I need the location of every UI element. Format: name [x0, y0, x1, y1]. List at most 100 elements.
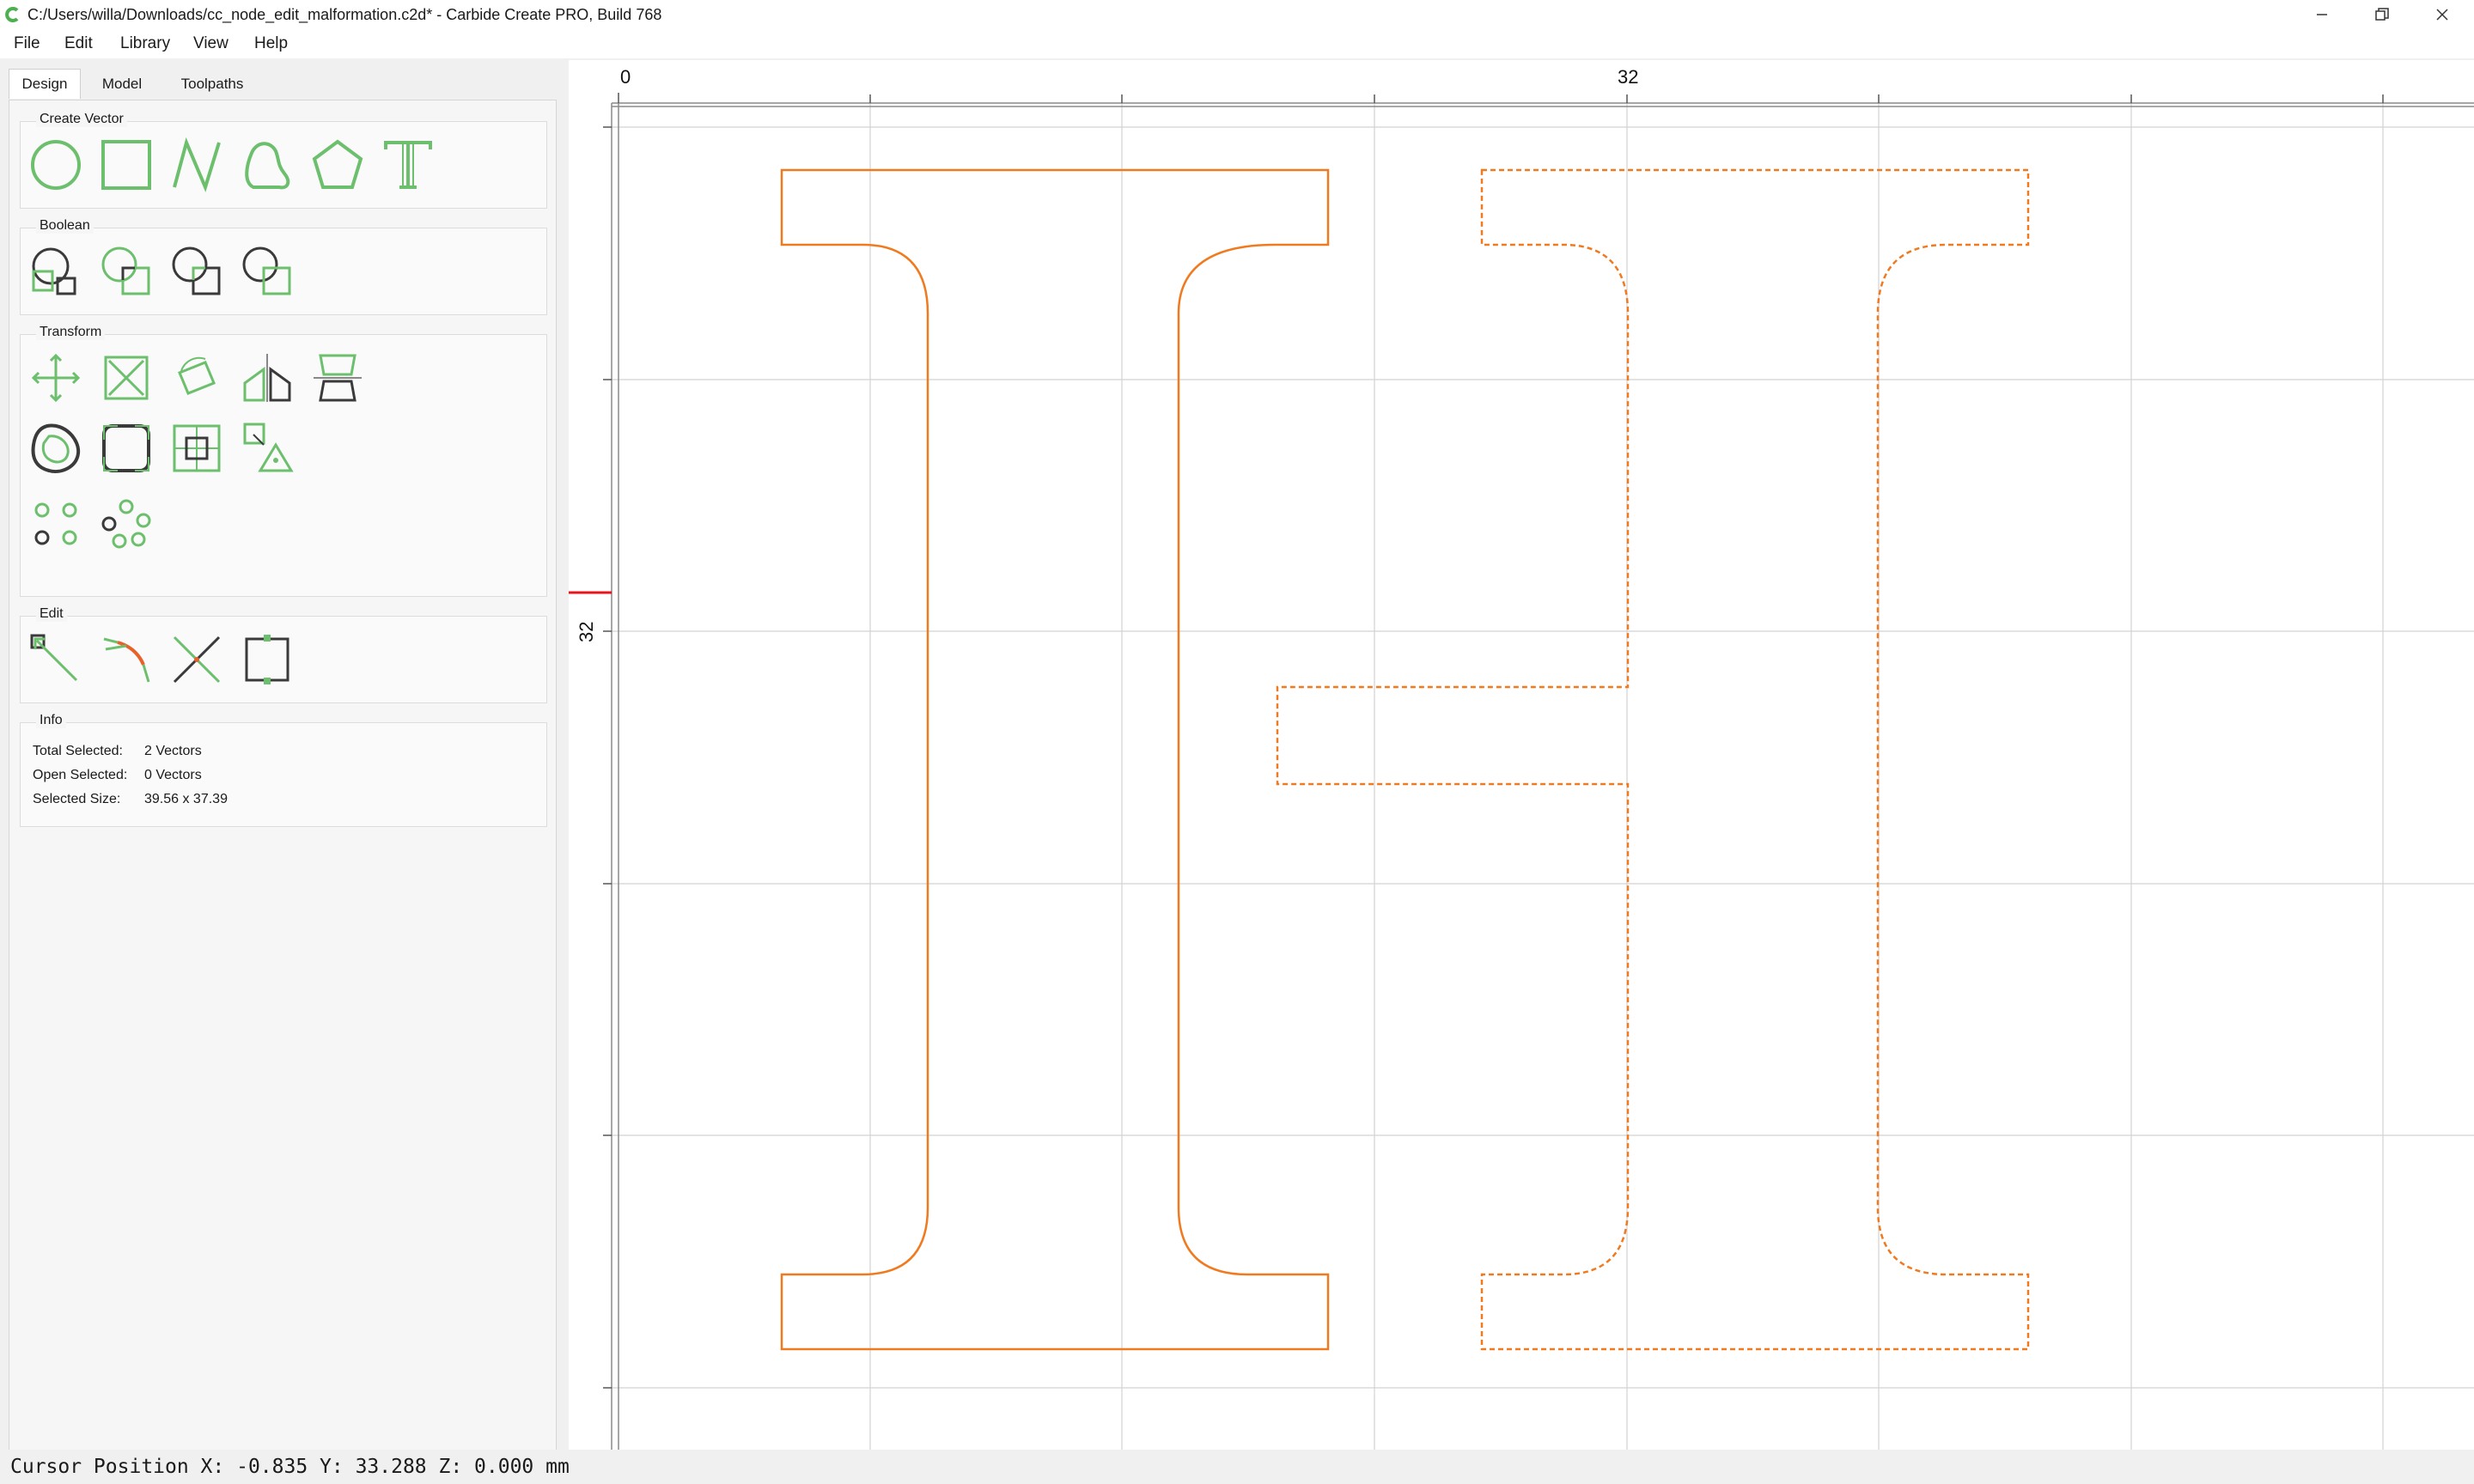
- nest-tool[interactable]: [237, 418, 297, 478]
- edit-title: Edit: [36, 606, 67, 622]
- polyline-tool[interactable]: [167, 135, 227, 195]
- minimize-button[interactable]: [2292, 0, 2352, 29]
- boolean-title: Boolean: [36, 218, 94, 234]
- minimize-icon: [2317, 14, 2327, 15]
- create-vector-group: Create Vector: [20, 112, 547, 209]
- tab-model[interactable]: Model: [82, 69, 161, 100]
- curve-tool[interactable]: [237, 135, 297, 195]
- circle-tool[interactable]: [26, 135, 86, 195]
- rotate-icon: [178, 356, 216, 395]
- cursor-position-readout: Cursor Position X: -0.835 Y: 33.288 Z: 0…: [10, 1456, 570, 1478]
- align-icon: [314, 354, 362, 402]
- tab-toolpaths[interactable]: Toolpaths: [163, 69, 261, 100]
- intersect-tool[interactable]: [167, 241, 227, 301]
- app-logo-icon: [5, 7, 19, 22]
- info-row-total: Total Selected: 2 Vectors: [33, 744, 202, 759]
- top-ruler: 0 32: [569, 60, 2474, 104]
- info-value: 0 Vectors: [144, 768, 202, 782]
- window-title: C:/Users/willa/Downloads/cc_node_edit_ma…: [27, 6, 662, 23]
- close-icon: [2436, 9, 2448, 21]
- info-label: Open Selected:: [33, 768, 128, 782]
- design-panel: Create Vector Boolean Transform Edit Inf…: [9, 100, 557, 1458]
- info-label: Total Selected:: [33, 744, 123, 758]
- bounding-box-tool[interactable]: [237, 629, 297, 690]
- curve-icon: [245, 142, 290, 190]
- join-icon: [173, 424, 221, 472]
- scale-tool[interactable]: [96, 348, 156, 408]
- close-button[interactable]: [2412, 0, 2472, 29]
- polygon-icon: [312, 139, 363, 189]
- intersect-icon: [172, 246, 221, 295]
- bounding-box-icon: [245, 635, 289, 684]
- polyline-icon: [173, 137, 221, 192]
- menu-library[interactable]: Library: [120, 29, 170, 58]
- design-canvas[interactable]: 0 32 32: [569, 60, 2474, 1450]
- info-label: Selected Size:: [33, 792, 121, 806]
- menu-file[interactable]: File: [14, 29, 40, 58]
- union-icon: [32, 247, 76, 295]
- rectangle-tool[interactable]: [96, 135, 156, 195]
- fillet-icon: [102, 424, 150, 472]
- info-group: Info Total Selected: 2 Vectors Open Sele…: [20, 713, 547, 827]
- subtract-icon: [101, 246, 150, 295]
- trim-icon: [103, 637, 150, 683]
- union-tool[interactable]: [26, 241, 86, 301]
- title-bar: C:/Users/willa/Downloads/cc_node_edit_ma…: [0, 0, 2474, 29]
- info-title: Info: [36, 713, 66, 728]
- vector-malformed-shape-dashed[interactable]: [1276, 168, 2030, 1351]
- left-ruler: 32: [569, 103, 612, 1450]
- nest-icon: [243, 423, 294, 472]
- move-tool[interactable]: [26, 348, 86, 408]
- boolean-group: Boolean: [20, 218, 547, 315]
- grid-lines: [612, 101, 2474, 1450]
- move-icon: [31, 353, 81, 403]
- edit-group: Edit: [20, 606, 547, 703]
- offset-tool[interactable]: [26, 418, 86, 478]
- grid-array-icon: [34, 502, 77, 545]
- menu-bar: File Edit Library View Help: [0, 29, 2474, 58]
- tab-bar: Design Model Toolpaths: [9, 69, 558, 100]
- join-tool[interactable]: [167, 418, 227, 478]
- circle-icon: [31, 140, 81, 190]
- circular-array-tool[interactable]: [96, 494, 156, 554]
- status-bar: Cursor Position X: -0.835 Y: 33.288 Z: 0…: [0, 1450, 2474, 1484]
- ruler-top-label-32: 32: [1618, 66, 1638, 88]
- create-vector-title: Create Vector: [36, 112, 127, 127]
- ruler-corner: [569, 60, 612, 103]
- fillet-tool[interactable]: [96, 418, 156, 478]
- circular-array-icon: [101, 499, 151, 549]
- subtract-tool[interactable]: [96, 241, 156, 301]
- info-row-size: Selected Size: 39.56 x 37.39: [33, 792, 228, 807]
- restore-button[interactable]: [2352, 0, 2412, 29]
- offset-icon: [31, 423, 81, 473]
- menu-edit[interactable]: Edit: [64, 29, 93, 58]
- restore-icon: [2375, 8, 2389, 21]
- weld-icon: [242, 246, 291, 295]
- cut-icon: [173, 636, 221, 684]
- transform-title: Transform: [36, 325, 106, 340]
- tab-design[interactable]: Design: [9, 69, 81, 99]
- text-icon: [384, 141, 432, 189]
- info-value: 2 Vectors: [144, 744, 202, 758]
- rectangle-icon: [101, 140, 151, 190]
- text-tool[interactable]: [378, 135, 438, 195]
- menu-help[interactable]: Help: [254, 29, 288, 58]
- trim-tool[interactable]: [96, 629, 156, 690]
- align-tool[interactable]: [308, 348, 368, 408]
- menu-view[interactable]: View: [193, 29, 229, 58]
- weld-tool[interactable]: [237, 241, 297, 301]
- vector-i-shape-solid[interactable]: [780, 168, 1330, 1351]
- grid-array-tool[interactable]: [26, 494, 86, 554]
- rotate-tool[interactable]: [167, 348, 227, 408]
- mirror-icon: [243, 354, 291, 402]
- node-edit-icon: [30, 634, 78, 682]
- transform-group: Transform: [20, 325, 547, 597]
- canvas-svg[interactable]: 0 32 32: [569, 60, 2474, 1450]
- polygon-tool[interactable]: [308, 135, 368, 195]
- cut-tool[interactable]: [167, 629, 227, 690]
- scale-icon: [104, 356, 149, 400]
- info-value: 39.56 x 37.39: [144, 792, 228, 806]
- mirror-tool[interactable]: [237, 348, 297, 408]
- info-row-open: Open Selected: 0 Vectors: [33, 768, 202, 783]
- node-edit-tool[interactable]: [26, 629, 86, 690]
